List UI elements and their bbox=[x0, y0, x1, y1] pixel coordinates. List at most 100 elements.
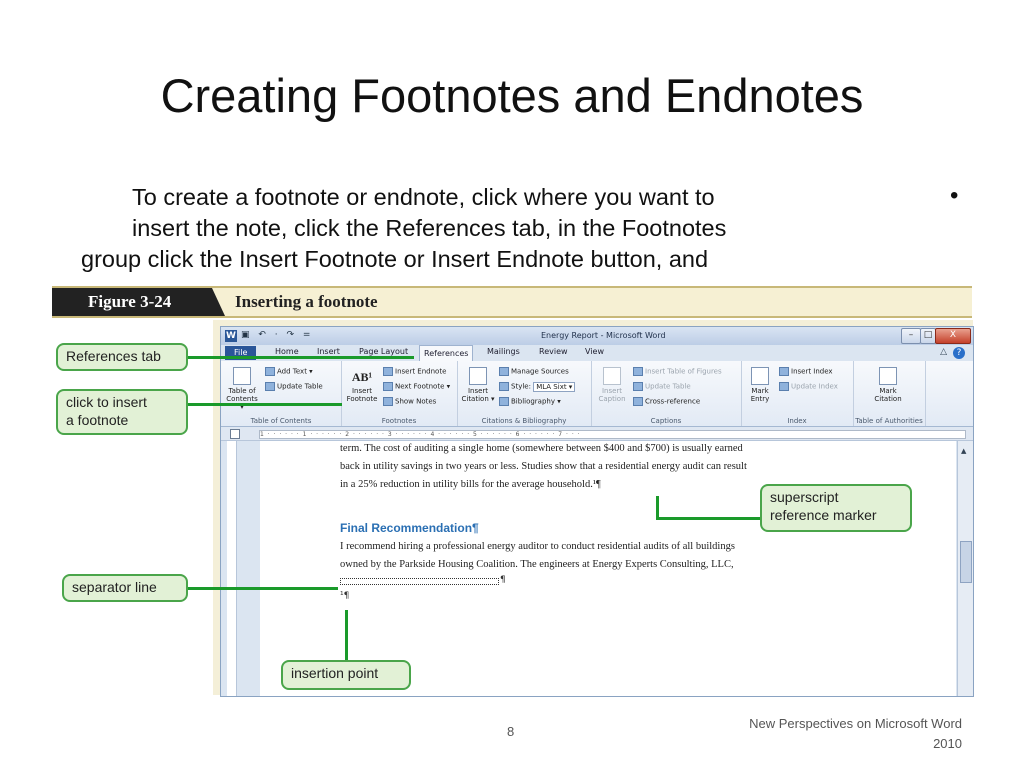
tab-home[interactable]: Home bbox=[275, 347, 299, 356]
callout-superscript: superscript reference marker bbox=[760, 484, 912, 532]
doc-line: owned by the Parkside Housing Coalition.… bbox=[340, 559, 734, 570]
callout-arrow bbox=[656, 496, 659, 519]
insert-index-label: Insert Index bbox=[791, 367, 833, 376]
manage-sources-label: Manage Sources bbox=[511, 367, 569, 376]
add-text-icon bbox=[265, 367, 275, 376]
update-figures-label: Update Table bbox=[645, 382, 691, 391]
vertical-ruler[interactable] bbox=[227, 441, 237, 696]
separator-pilcrow: ¶ bbox=[500, 575, 506, 585]
next-footnote-icon bbox=[383, 382, 393, 391]
update-table-label: Update Table bbox=[277, 382, 323, 391]
show-notes-button[interactable]: Show Notes bbox=[383, 397, 436, 406]
group-index: Mark Entry Insert Index Update Index Ind… bbox=[741, 361, 854, 426]
tab-references[interactable]: References bbox=[419, 345, 474, 362]
group-captions: Insert Caption Insert Table of Figures U… bbox=[591, 361, 742, 426]
tab-mailings[interactable]: Mailings bbox=[487, 347, 520, 356]
scroll-thumb[interactable] bbox=[960, 541, 972, 583]
group-citations: Insert Citation ▾ Manage Sources Style: … bbox=[457, 361, 592, 426]
slide-body-line: insert the note, click the References ta… bbox=[132, 215, 727, 241]
callout-click-insert: click to insert a footnote bbox=[56, 389, 188, 435]
insert-table-of-figures-button[interactable]: Insert Table of Figures bbox=[633, 367, 722, 376]
slide-title: Creating Footnotes and Endnotes bbox=[160, 69, 864, 122]
mark-citation-button[interactable]: Mark Citation bbox=[871, 367, 905, 403]
scroll-up-icon[interactable]: ▲ bbox=[961, 447, 966, 455]
insert-citation-label-1: Insert bbox=[467, 387, 489, 395]
footnote-insertion-point[interactable]: ¹¶ bbox=[340, 591, 349, 601]
style-selector[interactable]: Style: MLA Sixt ▾ bbox=[499, 381, 576, 392]
callout-superscript-line-2: reference marker bbox=[770, 507, 877, 523]
table-of-figures-icon bbox=[633, 367, 643, 376]
bibliography-label: Bibliography ▾ bbox=[511, 397, 561, 406]
minimize-ribbon-icon[interactable]: △ bbox=[940, 347, 947, 357]
update-table-button[interactable]: Update Table bbox=[265, 382, 323, 391]
insert-citation-button[interactable]: Insert Citation ▾ bbox=[461, 367, 495, 403]
tab-view[interactable]: View bbox=[585, 347, 604, 356]
update-figures-icon bbox=[633, 382, 643, 391]
insert-endnote-button[interactable]: Insert Endnote bbox=[383, 367, 446, 376]
mark-entry-button[interactable]: Mark Entry bbox=[745, 367, 775, 403]
word-app-icon[interactable]: W bbox=[225, 330, 237, 342]
tab-review[interactable]: Review bbox=[539, 347, 568, 356]
doc-line: in a 25% reduction in utility bills for … bbox=[340, 479, 601, 490]
insert-footnote-button[interactable]: AB¹ Insert Footnote bbox=[345, 367, 379, 403]
callout-separator: separator line bbox=[62, 574, 188, 602]
insert-endnote-icon bbox=[383, 367, 393, 376]
minimize-button[interactable]: – bbox=[901, 328, 921, 344]
bullet-marker: • bbox=[950, 182, 959, 209]
callout-arrow bbox=[188, 587, 338, 590]
callout-arrow bbox=[656, 517, 760, 520]
page-number: 8 bbox=[507, 724, 515, 739]
help-icon[interactable]: ? bbox=[953, 347, 965, 359]
quick-access-toolbar[interactable]: ▣ ↶ · ↷ = bbox=[241, 330, 313, 340]
insert-caption-label-2: Caption bbox=[598, 395, 626, 403]
figure-tag: Figure 3-24 bbox=[52, 288, 225, 316]
tab-page-layout[interactable]: Page Layout bbox=[359, 347, 408, 356]
group-label: Captions bbox=[650, 417, 682, 425]
maximize-button[interactable]: □ bbox=[920, 328, 936, 344]
cross-reference-button[interactable]: Cross-reference bbox=[633, 397, 700, 406]
manage-sources-button[interactable]: Manage Sources bbox=[499, 367, 569, 376]
slide-body-line: group click the Insert Footnote or Inser… bbox=[81, 246, 709, 272]
close-button[interactable]: X bbox=[935, 328, 971, 344]
update-index-label: Update Index bbox=[791, 382, 838, 391]
mark-citation-icon bbox=[879, 367, 897, 385]
cross-reference-icon bbox=[633, 397, 643, 406]
mark-entry-icon bbox=[751, 367, 769, 385]
insert-footnote-label-1: Insert bbox=[351, 387, 373, 395]
next-footnote-label: Next Footnote ▾ bbox=[395, 382, 451, 391]
style-dropdown[interactable]: MLA Sixt ▾ bbox=[533, 381, 576, 392]
horizontal-ruler[interactable]: 1 · · · · · · 1 · · · · · · 2 · · · · · … bbox=[221, 427, 973, 441]
callout-arrow bbox=[345, 610, 348, 660]
add-text-button[interactable]: Add Text ▾ bbox=[265, 367, 313, 376]
table-of-contents-label-1: Table of bbox=[228, 387, 256, 395]
vertical-scrollbar[interactable]: ▲ bbox=[957, 441, 973, 696]
insert-endnote-label: Insert Endnote bbox=[395, 367, 447, 376]
insert-footnote-icon: AB¹ bbox=[351, 370, 373, 384]
footnote-separator-line bbox=[340, 578, 499, 585]
callout-arrow bbox=[188, 356, 414, 359]
insert-caption-icon bbox=[603, 367, 621, 385]
bibliography-button[interactable]: Bibliography ▾ bbox=[499, 397, 561, 406]
footer-text: New Perspectives on Microsoft Word 2010 bbox=[749, 716, 962, 751]
tab-selector[interactable] bbox=[230, 429, 240, 439]
insert-caption-button[interactable]: Insert Caption bbox=[595, 367, 629, 403]
doc-line: I recommend hiring a professional energy… bbox=[340, 541, 735, 552]
document-page[interactable]: term. The cost of auditing a single home… bbox=[260, 441, 956, 696]
insert-index-button[interactable]: Insert Index bbox=[779, 367, 833, 376]
add-text-label: Add Text ▾ bbox=[277, 367, 313, 376]
table-of-figures-label: Insert Table of Figures bbox=[645, 367, 722, 376]
group-footnotes: AB¹ Insert Footnote Insert Endnote Next … bbox=[341, 361, 458, 426]
tab-insert[interactable]: Insert bbox=[317, 347, 340, 356]
manage-sources-icon bbox=[499, 367, 509, 376]
next-footnote-button[interactable]: Next Footnote ▾ bbox=[383, 382, 450, 391]
slide-body-line: To create a footnote or endnote, click w… bbox=[132, 184, 715, 210]
insert-citation-label-2: Citation ▾ bbox=[461, 395, 495, 403]
update-figures-table-button[interactable]: Update Table bbox=[633, 382, 691, 391]
callout-click-insert-line-1: click to insert bbox=[66, 394, 147, 410]
group-table-of-contents: Table of Contents ▾ Add Text ▾ Update Ta… bbox=[221, 361, 342, 426]
insert-citation-icon bbox=[469, 367, 487, 385]
update-index-button[interactable]: Update Index bbox=[779, 382, 838, 391]
callout-references-tab: References tab bbox=[56, 343, 188, 371]
group-label: Table of Contents bbox=[250, 417, 312, 425]
mark-entry-label-2: Entry bbox=[750, 395, 770, 403]
